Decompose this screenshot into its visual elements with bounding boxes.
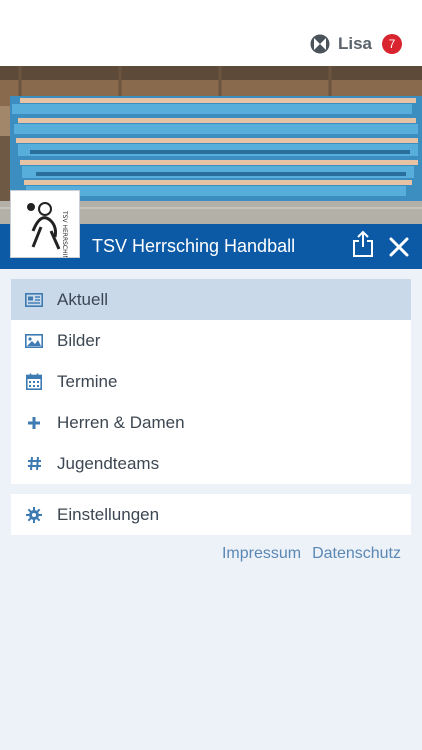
menu-item-label: Jugendteams <box>57 453 160 473</box>
menu-item-aktuell[interactable]: Aktuell <box>11 279 411 320</box>
menu-item-einstellungen[interactable]: Einstellungen <box>11 494 411 535</box>
menu-item-label: Herren & Damen <box>57 412 185 432</box>
notification-badge[interactable]: 7 <box>382 34 402 54</box>
hashtag-icon <box>25 455 43 473</box>
share-icon[interactable] <box>351 230 375 258</box>
user-name[interactable]: Lisa <box>338 34 372 54</box>
main-menu: Aktuell Bilder Termine Herren & Damen Ju… <box>11 279 411 484</box>
plus-icon <box>25 414 43 432</box>
team-logo: TSV HERRSCHING <box>10 190 80 265</box>
menu-item-jugendteams[interactable]: Jugendteams <box>11 443 411 484</box>
top-bar: Lisa 7 <box>0 0 422 66</box>
menu-item-label: Einstellungen <box>57 504 160 524</box>
club-name: TSV Herrsching Handball <box>92 236 296 256</box>
datenschutz-link[interactable]: Datenschutz <box>312 545 401 563</box>
footer-links: Impressum Datenschutz <box>222 545 401 563</box>
image-icon <box>25 332 43 350</box>
menu-item-label: Aktuell <box>57 289 109 309</box>
app-logo-icon <box>310 34 330 54</box>
svg-text:TSV HERRSCHING: TSV HERRSCHING <box>61 210 68 257</box>
menu-item-label: Termine <box>57 371 118 391</box>
newspaper-icon <box>25 291 43 309</box>
menu-item-herren-damen[interactable]: Herren & Damen <box>11 402 411 443</box>
menu-item-bilder[interactable]: Bilder <box>11 320 411 361</box>
gear-icon <box>25 506 43 524</box>
calendar-icon <box>25 373 43 391</box>
close-icon[interactable] <box>388 236 410 258</box>
settings-menu: Einstellungen <box>11 494 411 535</box>
user-area[interactable]: Lisa 7 <box>310 32 402 56</box>
impressum-link[interactable]: Impressum <box>222 545 301 563</box>
menu-item-termine[interactable]: Termine <box>11 361 411 402</box>
menu-item-label: Bilder <box>57 330 101 350</box>
